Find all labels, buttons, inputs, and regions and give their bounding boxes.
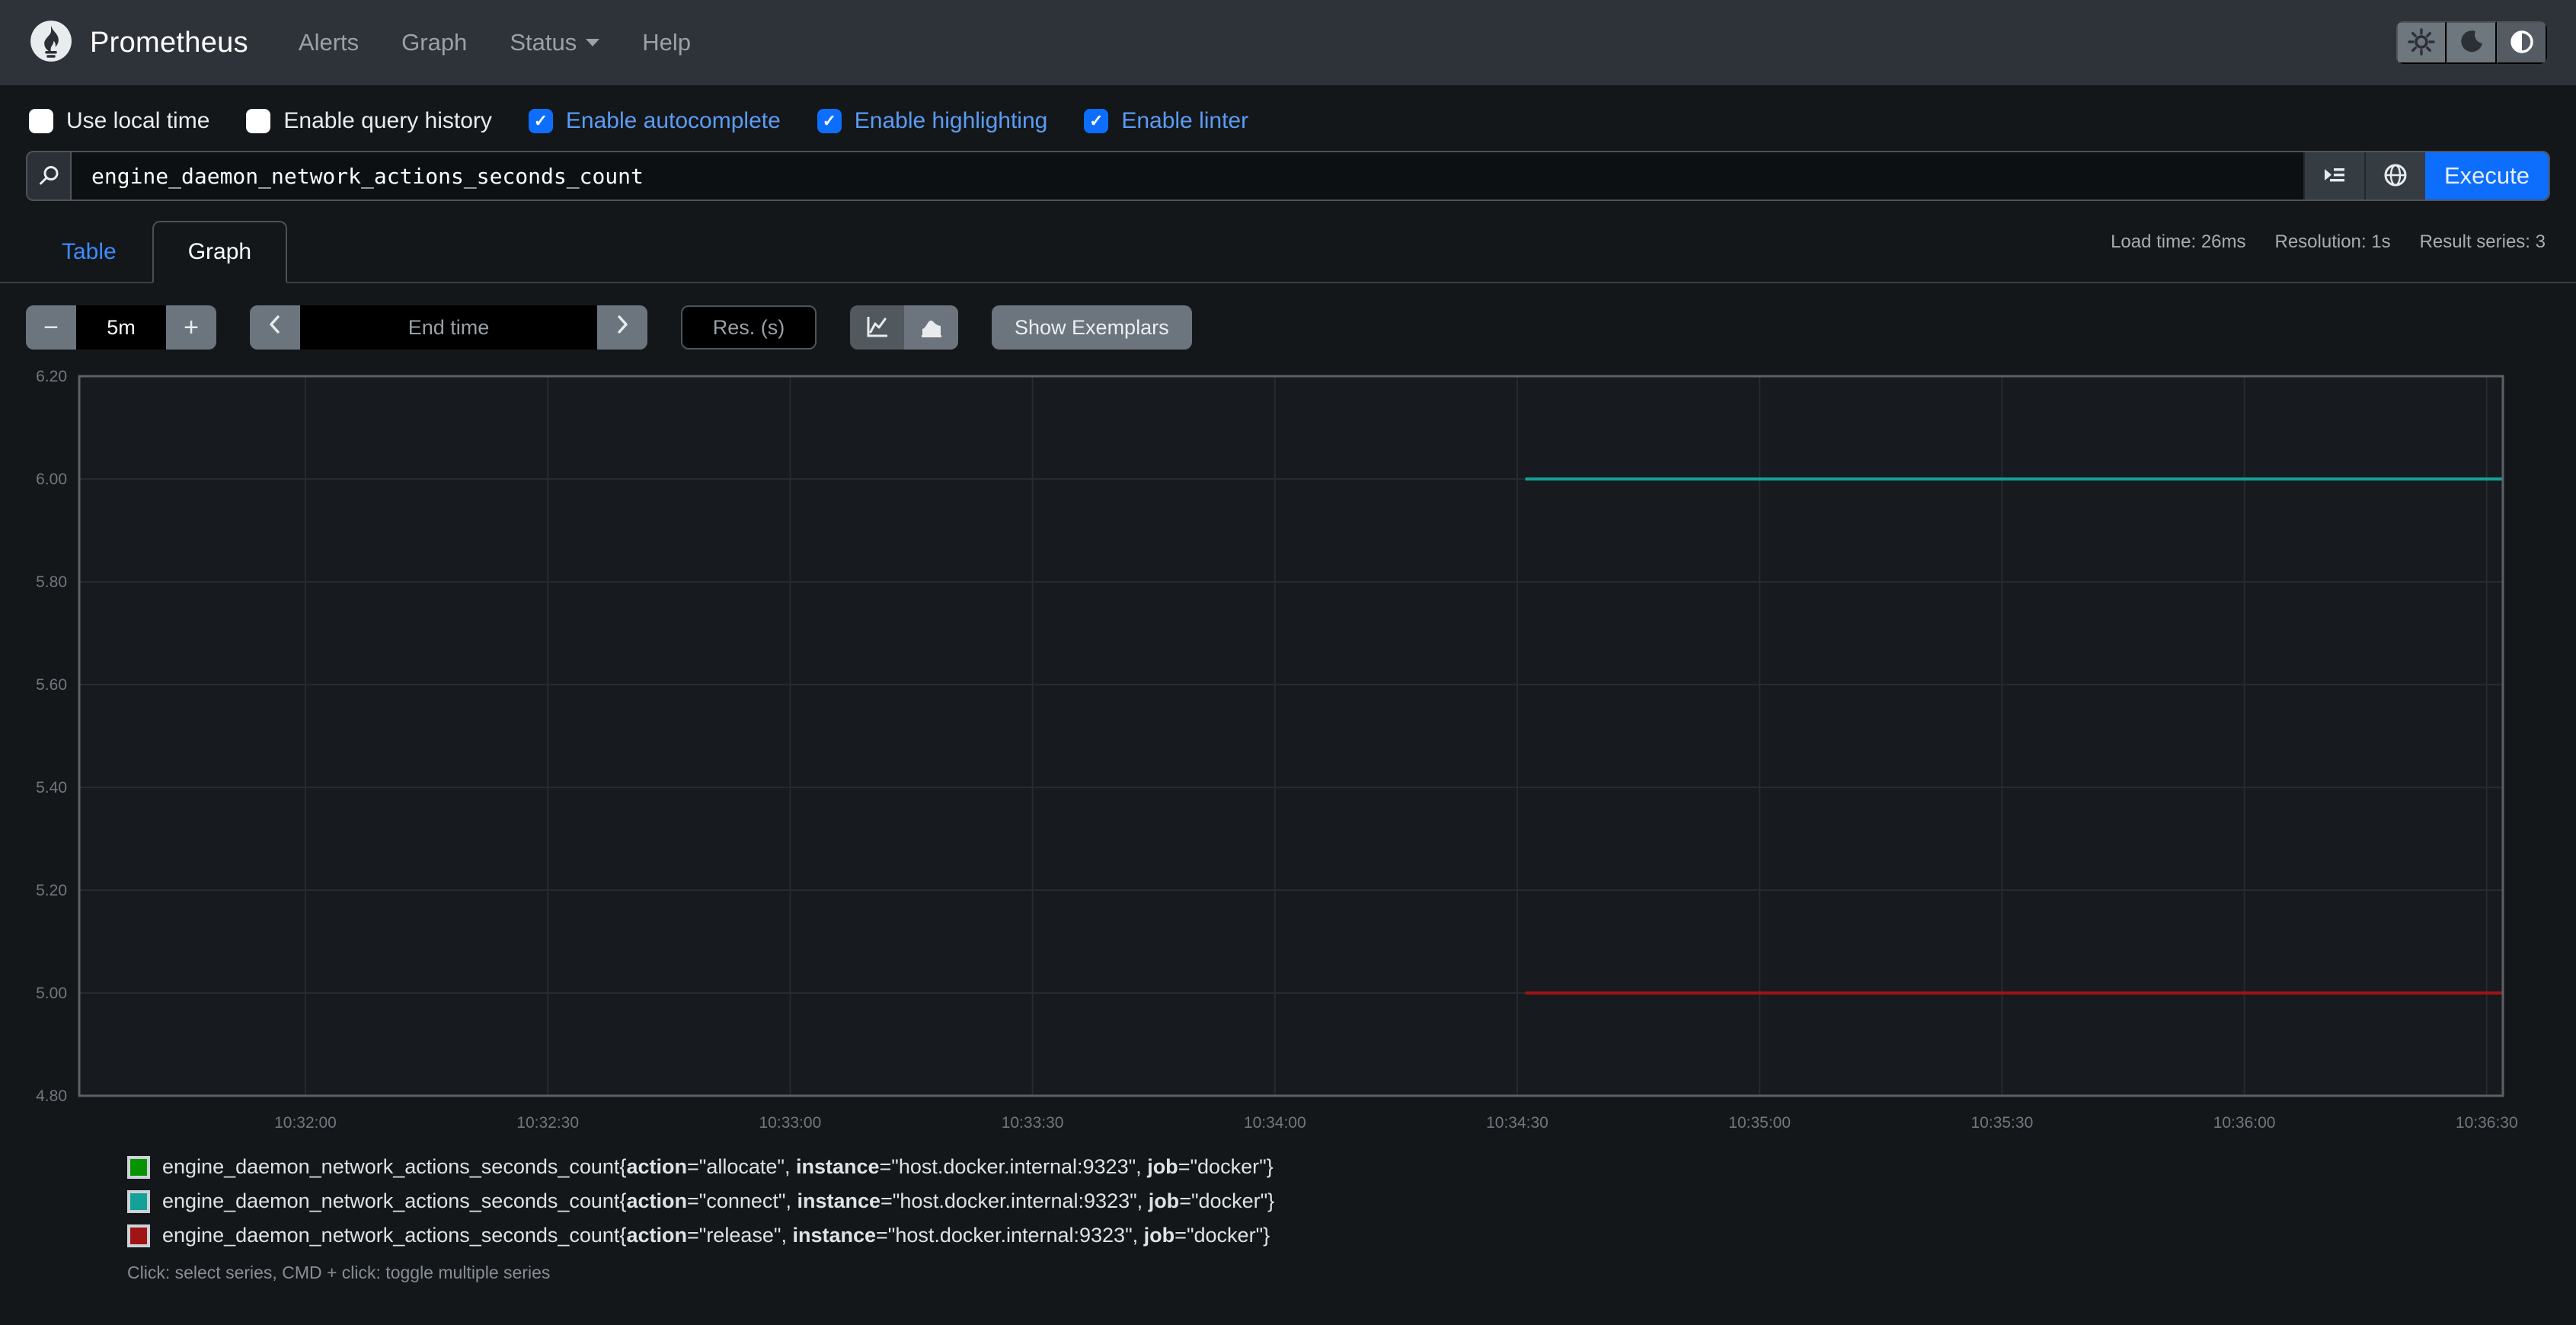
search-icon xyxy=(27,152,72,200)
graph-panel: − + xyxy=(0,305,2576,1283)
checkbox-enable-query-history[interactable]: ✓ Enable query history xyxy=(246,108,492,134)
legend-series-label: engine_daemon_network_actions_seconds_co… xyxy=(162,1189,1275,1212)
x-tick-label: 10:33:30 xyxy=(1002,1114,1064,1129)
result-tabs: Table Graph Load time: 26ms Resolution: … xyxy=(0,221,2576,283)
moon-icon xyxy=(2459,29,2485,57)
x-tick-label: 10:36:00 xyxy=(2213,1114,2276,1129)
nav-link-alerts[interactable]: Alerts xyxy=(299,29,359,56)
nav-link-help[interactable]: Help xyxy=(642,29,691,56)
graph-controls: − + xyxy=(26,305,2550,350)
metrics-explorer-icon xyxy=(2321,161,2348,191)
y-tick-label: 5.80 xyxy=(36,573,67,591)
tab-table[interactable]: Table xyxy=(26,221,152,283)
stacked-chart-icon xyxy=(919,314,944,342)
metrics-explorer-button[interactable] xyxy=(2303,152,2364,200)
legend-color-swatch xyxy=(127,1155,150,1179)
app-title: Prometheus xyxy=(90,26,248,59)
checkbox-box[interactable]: ✓ xyxy=(246,109,271,133)
tab-graph[interactable]: Graph xyxy=(152,221,288,283)
range-input[interactable] xyxy=(76,305,166,350)
legend-item[interactable]: engine_daemon_network_actions_seconds_co… xyxy=(127,1224,2550,1247)
execute-button[interactable]: Execute xyxy=(2425,152,2549,200)
auto-theme-button[interactable] xyxy=(2497,21,2547,64)
query-stats: Load time: 26ms Resolution: 1s Result se… xyxy=(2111,231,2546,253)
prometheus-brand[interactable]: Prometheus xyxy=(29,19,248,67)
show-exemplars-button[interactable]: Show Exemplars xyxy=(992,305,1192,350)
chevron-right-icon xyxy=(612,312,632,343)
chevron-left-icon xyxy=(265,312,285,343)
line-chart-icon xyxy=(865,314,890,342)
legend-item[interactable]: engine_daemon_network_actions_seconds_co… xyxy=(127,1155,2550,1179)
query-bar: Execute xyxy=(0,139,2576,201)
chevron-down-icon xyxy=(586,39,600,46)
load-time-stat: Load time: 26ms xyxy=(2111,231,2246,252)
light-theme-button[interactable] xyxy=(2396,21,2447,64)
x-tick-label: 10:35:30 xyxy=(1971,1114,2034,1129)
result-series-stat: Result series: 3 xyxy=(2419,231,2546,252)
query-expression-input[interactable] xyxy=(72,152,2303,200)
dark-theme-button[interactable] xyxy=(2447,21,2497,64)
decrease-range-button[interactable]: − xyxy=(26,305,76,350)
checkbox-box[interactable]: ✓ xyxy=(29,109,53,133)
increase-range-button[interactable]: + xyxy=(166,305,216,350)
y-tick-label: 6.20 xyxy=(36,368,67,385)
legend-color-swatch xyxy=(127,1189,150,1213)
nav-link-status[interactable]: Status xyxy=(510,29,600,56)
checkbox-enable-linter[interactable]: ✓ Enable linter xyxy=(1084,108,1248,134)
graph-canvas[interactable]: 4.80 5.00 5.20 5.40 5.60 5.80 6.00 6.20 10:32:00… xyxy=(26,364,2549,1129)
nav-link-graph[interactable]: Graph xyxy=(401,29,467,56)
globe-icon xyxy=(2382,161,2409,191)
nav-links: Alerts Graph Status Help xyxy=(299,29,691,56)
navbar: Prometheus Alerts Graph Status Help xyxy=(0,0,2576,85)
y-tick-label: 5.20 xyxy=(36,882,67,899)
line-chart-toggle-button[interactable] xyxy=(850,305,904,350)
chart-area: 4.80 5.00 5.20 5.40 5.60 5.80 6.00 6.20 10:32:00… xyxy=(26,364,2550,1129)
legend-series-label: engine_daemon_network_actions_seconds_co… xyxy=(162,1224,1270,1247)
legend-series-label: engine_daemon_network_actions_seconds_co… xyxy=(162,1155,1274,1178)
legend-color-swatch xyxy=(127,1224,150,1247)
resolution-input[interactable] xyxy=(681,305,817,350)
query-options-row: ✓ Use local time ✓ Enable query history … xyxy=(0,85,2576,139)
checkbox-box[interactable]: ✓ xyxy=(528,109,553,133)
x-tick-label: 10:35:00 xyxy=(1728,1114,1791,1129)
y-tick-label: 6.00 xyxy=(36,471,67,488)
format-expression-button[interactable] xyxy=(2364,152,2425,200)
x-tick-label: 10:34:30 xyxy=(1486,1114,1548,1129)
x-tick-label: 10:32:30 xyxy=(516,1114,579,1129)
x-tick-label: 10:32:00 xyxy=(274,1114,337,1129)
stacked-chart-toggle-button[interactable] xyxy=(904,305,958,350)
checkbox-enable-autocomplete[interactable]: ✓ Enable autocomplete xyxy=(528,108,781,134)
x-tick-label: 10:36:30 xyxy=(2456,1114,2518,1129)
resolution-stat: Resolution: 1s xyxy=(2274,231,2391,252)
y-tick-label: 5.60 xyxy=(36,676,67,694)
chart-type-toggle-group xyxy=(850,305,958,350)
time-forward-button[interactable] xyxy=(597,305,647,350)
circle-half-icon xyxy=(2508,28,2536,58)
y-tick-label: 5.40 xyxy=(36,779,67,797)
checkbox-box[interactable]: ✓ xyxy=(817,109,842,133)
y-tick-label: 5.00 xyxy=(36,985,67,1002)
theme-toggle-group xyxy=(2396,21,2547,64)
legend-hint: Click: select series, CMD + click: toggl… xyxy=(127,1263,551,1282)
prometheus-logo-icon xyxy=(29,19,73,67)
y-tick-label: 4.80 xyxy=(36,1087,67,1105)
endtime-control-group xyxy=(250,305,647,350)
legend-item[interactable]: engine_daemon_network_actions_seconds_co… xyxy=(127,1189,2550,1213)
checkbox-use-local-time[interactable]: ✓ Use local time xyxy=(29,108,209,134)
x-tick-label: 10:34:00 xyxy=(1244,1114,1306,1129)
end-time-input[interactable] xyxy=(300,305,597,350)
x-tick-label: 10:33:00 xyxy=(759,1114,822,1129)
range-control-group: − + xyxy=(26,305,216,350)
checkbox-enable-highlighting[interactable]: ✓ Enable highlighting xyxy=(817,108,1047,134)
time-back-button[interactable] xyxy=(250,305,300,350)
sun-icon xyxy=(2408,27,2435,58)
checkbox-box[interactable]: ✓ xyxy=(1084,109,1109,133)
series-legend: engine_daemon_network_actions_seconds_co… xyxy=(127,1155,2550,1247)
plot-background xyxy=(79,376,2503,1096)
